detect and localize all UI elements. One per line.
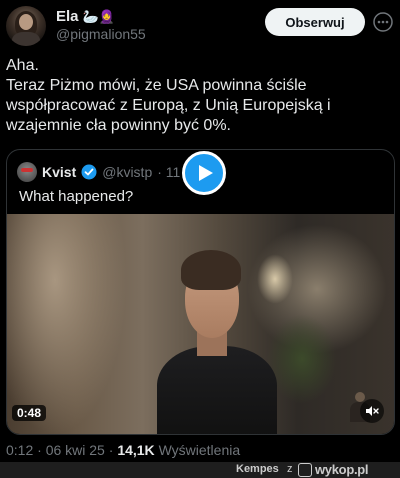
tweet-text-line: współpracować z Europą, z Unią Europejsk… <box>6 97 331 114</box>
quoted-text: What happened? <box>19 188 134 205</box>
tweet-meta: 0:12 · 06 kwi 25 · 14,1K Wyświetlenia <box>6 442 241 458</box>
footer-connector: z <box>287 463 293 475</box>
play-icon <box>198 165 213 181</box>
author-name[interactable]: Ela <box>56 8 79 25</box>
follow-button[interactable]: Obserwuj <box>265 8 365 36</box>
avatar[interactable] <box>6 6 46 46</box>
quoted-avatar[interactable] <box>17 162 37 182</box>
views-label: Wyświetlenia <box>158 442 241 458</box>
tweet-date[interactable]: 06 kwi 25 <box>46 442 105 458</box>
watermark-footer: Kempes z wykop.pl <box>0 462 400 478</box>
views-count[interactable]: 14,1K <box>117 442 154 458</box>
tweet: Ela 🦢🧕 @pigmalion55 Obserwuj Aha. Teraz … <box>0 0 400 462</box>
tweet-text-line: wzajemnie cła powinny być 0%. <box>6 117 231 134</box>
verified-badge-icon <box>81 164 97 180</box>
quoted-author-handle[interactable]: @kvistp <box>102 164 152 180</box>
video-person <box>157 250 277 434</box>
tweet-text-line: Aha. <box>6 57 39 74</box>
mute-button[interactable] <box>360 399 384 423</box>
footer-site: wykop.pl <box>315 462 369 477</box>
author-emoji: 🦢🧕 <box>82 8 115 24</box>
quoted-tweet-header: Kvist @kvistp · 11 g. <box>17 162 196 182</box>
tweet-text: Aha. Teraz Piżmo mówi, że USA powinna śc… <box>6 56 394 136</box>
author-handle[interactable]: @pigmalion55 <box>56 26 146 42</box>
author-row: Ela 🦢🧕 <box>56 8 115 25</box>
wykop-logo-icon <box>298 463 312 477</box>
quoted-author-name[interactable]: Kvist <box>42 164 76 180</box>
more-options-icon[interactable] <box>373 12 393 32</box>
play-button[interactable] <box>182 151 226 195</box>
speaker-muted-icon <box>366 406 379 416</box>
footer-username: Kempes <box>236 463 279 475</box>
tweet-text-line: Teraz Piżmo mówi, że USA powinna ściśle <box>6 77 307 94</box>
tweet-time[interactable]: 0:12 <box>6 442 33 458</box>
video-duration: 0:48 <box>12 405 47 421</box>
video-player[interactable] <box>7 214 394 434</box>
